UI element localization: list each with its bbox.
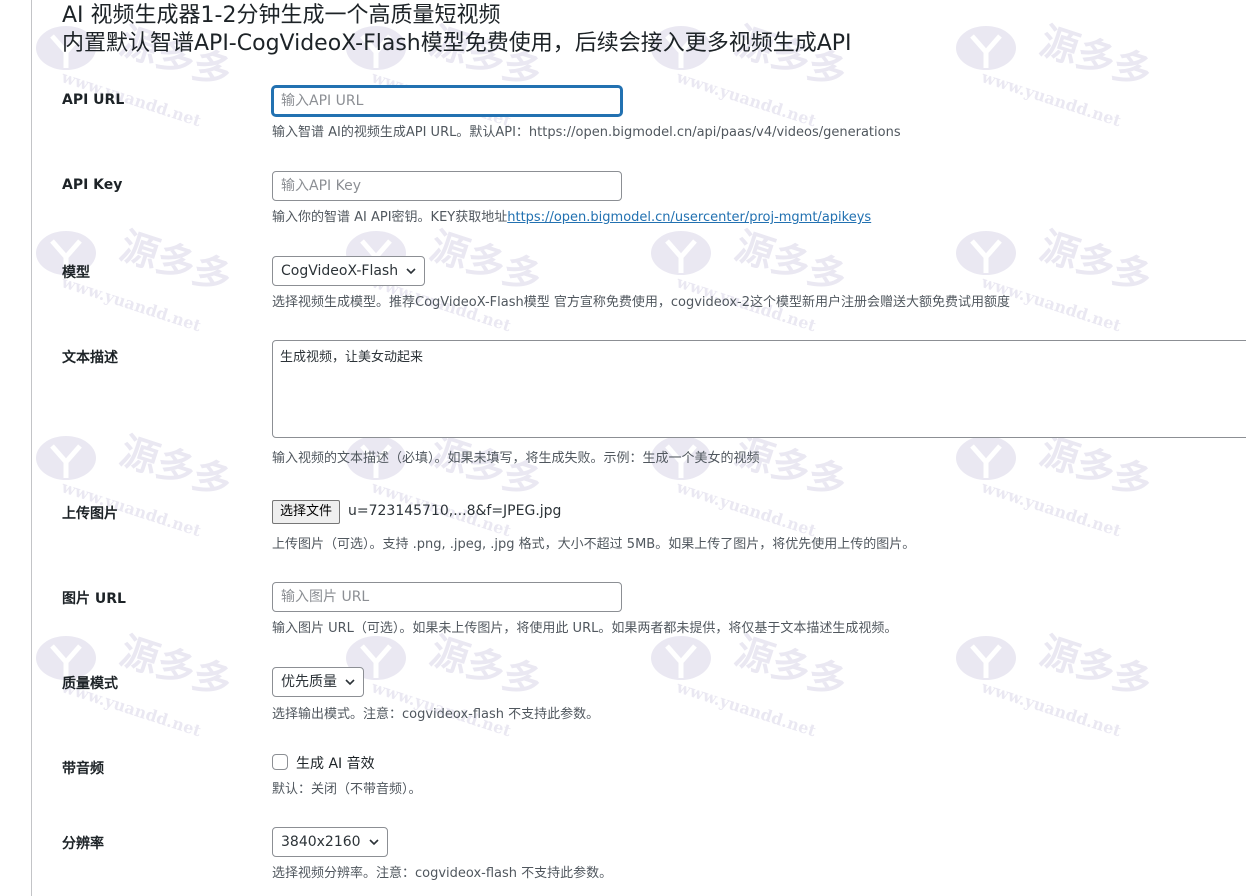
quality-select[interactable]: 优先质量 — [272, 667, 364, 697]
api-url-input[interactable] — [272, 86, 622, 116]
api-url-label: API URL — [62, 92, 125, 108]
audio-checkbox[interactable] — [272, 754, 288, 770]
svg-text:源多多: 源多多 — [115, 629, 237, 706]
image-url-input[interactable] — [272, 582, 622, 612]
choose-file-button[interactable]: 选择文件 — [272, 500, 341, 524]
svg-text:www.yuandd.net: www.yuandd.net — [978, 677, 1124, 740]
watermark-logo: 源多多www.yuandd.net — [956, 19, 1157, 131]
page-heading: AI 视频生成器1-2分钟生成一个高质量短视频 内置默认智谱API-CogVid… — [62, 2, 852, 58]
svg-text:www.yuandd.net: www.yuandd.net — [673, 677, 819, 740]
svg-text:源多多: 源多多 — [1035, 629, 1157, 706]
prompt-description: 输入视频的文本描述（必填）。如果未填写，将生成失败。示例：生成一个美女的视频 — [272, 451, 760, 466]
model-select[interactable]: CogVideoX-Flash — [272, 256, 426, 286]
model-label: 模型 — [62, 265, 90, 281]
watermark-logo: 源多多www.yuandd.net — [346, 629, 547, 741]
api-key-description: 输入你的智谱 AI API密钥。KEY获取地址https://open.bigm… — [272, 206, 871, 225]
model-description: 选择视频生成模型。推荐CogVideoX-Flash模型 官方宣称免费使用，co… — [272, 295, 1010, 310]
watermark-logo: 源多多www.yuandd.net — [956, 429, 1157, 541]
selected-file-name: u=723145710,...8&f=JPEG.jpg — [348, 503, 562, 519]
upload-label: 上传图片 — [62, 506, 118, 522]
chevron-down-icon — [368, 839, 379, 846]
watermark-logo: 源多多www.yuandd.net — [36, 224, 237, 336]
watermark-logo: 源多多www.yuandd.net — [956, 629, 1157, 741]
svg-text:源多多: 源多多 — [730, 429, 852, 506]
page-title: AI 视频生成器1-2分钟生成一个高质量短视频 — [62, 3, 501, 28]
svg-text:源多多: 源多多 — [1035, 429, 1157, 506]
image-url-label: 图片 URL — [62, 591, 126, 607]
watermark-logo: 源多多www.yuandd.net — [36, 429, 237, 541]
content-left-border — [31, 0, 32, 896]
resolution-description: 选择视频分辨率。注意：cogvideox-flash 不支持此参数。 — [272, 866, 613, 881]
svg-text:源多多: 源多多 — [425, 429, 547, 506]
prompt-label: 文本描述 — [62, 350, 118, 366]
svg-text:源多多: 源多多 — [425, 224, 547, 301]
svg-text:源多多: 源多多 — [730, 629, 852, 706]
chevron-down-icon — [406, 268, 416, 275]
watermark-logo: 源多多www.yuandd.net — [651, 629, 852, 741]
audio-checkbox-label[interactable]: 生成 AI 音效 — [296, 753, 375, 773]
watermark-logo: 源多多www.yuandd.net — [36, 629, 237, 741]
chevron-down-icon — [345, 679, 355, 686]
resolution-select[interactable]: 3840x2160 — [272, 827, 388, 857]
svg-text:www.yuandd.net: www.yuandd.net — [673, 477, 819, 540]
quality-select-value: 优先质量 — [281, 674, 337, 690]
audio-description: 默认：关闭（不带音频）。 — [272, 782, 422, 797]
model-select-value: CogVideoX-Flash — [281, 263, 399, 279]
page-subtitle: 内置默认智谱API-CogVideoX-Flash模型免费使用，后续会接入更多视… — [62, 31, 852, 56]
svg-text:源多多: 源多多 — [730, 224, 852, 301]
resolution-select-value: 3840x2160 — [281, 834, 361, 850]
api-key-label: API Key — [62, 177, 123, 193]
resolution-label: 分辨率 — [62, 836, 104, 852]
quality-description: 选择输出模式。注意：cogvideox-flash 不支持此参数。 — [272, 707, 600, 722]
svg-text:源多多: 源多多 — [115, 224, 237, 301]
svg-text:源多多: 源多多 — [425, 629, 547, 706]
upload-description: 上传图片（可选）。支持 .png, .jpeg, .jpg 格式，大小不超过 5… — [272, 537, 916, 552]
api-url-description: 输入智谱 AI的视频生成API URL。默认API：https://open.b… — [272, 125, 901, 140]
api-key-input[interactable] — [272, 171, 622, 201]
svg-text:www.yuandd.net: www.yuandd.net — [978, 67, 1124, 130]
api-key-description-text: 输入你的智谱 AI API密钥。KEY获取地址 — [272, 210, 508, 225]
svg-text:源多多: 源多多 — [115, 429, 237, 506]
prompt-textarea[interactable]: 生成视频，让美女动起来 — [272, 340, 1246, 438]
image-url-description: 输入图片 URL（可选）。如果未上传图片，将使用此 URL。如果两者都未提供，将… — [272, 621, 898, 636]
quality-label: 质量模式 — [62, 676, 118, 692]
api-key-link[interactable]: https://open.bigmodel.cn/usercenter/proj… — [507, 210, 871, 225]
svg-text:www.yuandd.net: www.yuandd.net — [978, 477, 1124, 540]
svg-text:源多多: 源多多 — [1035, 19, 1157, 96]
svg-text:源多多: 源多多 — [1035, 224, 1157, 301]
audio-label: 带音频 — [62, 761, 104, 777]
